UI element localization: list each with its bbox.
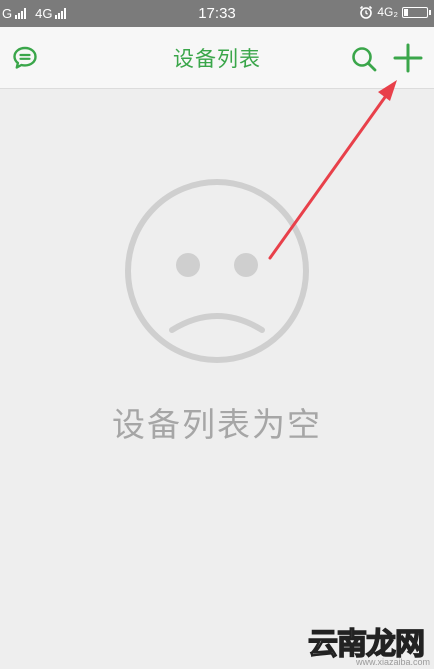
sad-face-icon xyxy=(125,179,309,363)
battery-icon xyxy=(402,6,431,18)
add-device-button[interactable] xyxy=(392,42,424,74)
empty-message: 设备列表为空 xyxy=(112,405,322,444)
watermark-url: www.xiazaiba.com xyxy=(355,657,430,667)
status-bar: G 4G 17:33 4G₂ xyxy=(0,0,434,27)
status-right: 4G₂ xyxy=(359,5,431,19)
network-right-label: 4G₂ xyxy=(377,5,398,19)
app-bar: 设备列表 xyxy=(0,27,434,89)
search-icon[interactable] xyxy=(349,44,379,74)
watermark: 云南龙网 www.xiazaiba.com xyxy=(300,615,434,669)
alarm-icon xyxy=(360,5,373,19)
